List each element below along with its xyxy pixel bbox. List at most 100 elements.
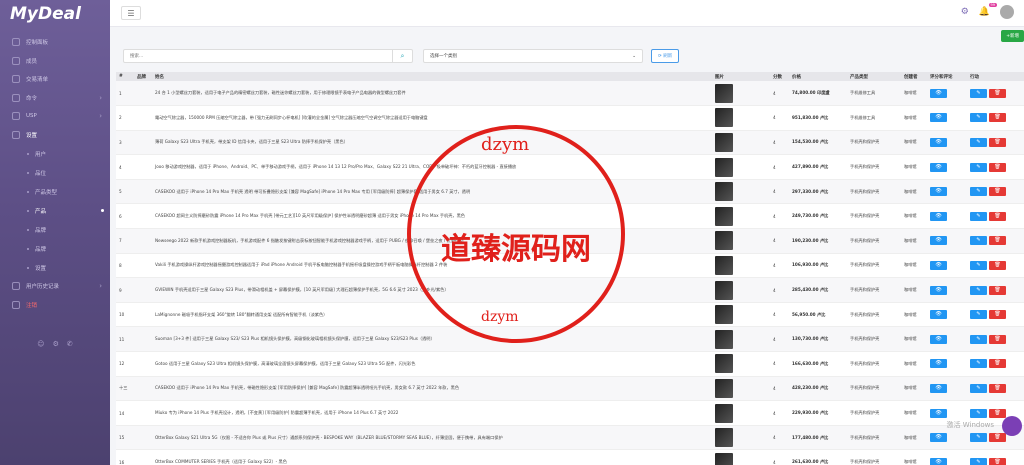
- row-brand: [134, 352, 152, 377]
- delete-button[interactable]: 🗑: [989, 211, 1006, 221]
- sidebar-item[interactable]: 成员: [0, 52, 110, 71]
- product-thumbnail: [715, 231, 733, 251]
- delete-button[interactable]: 🗑: [989, 137, 1006, 147]
- view-reviews-button[interactable]: 👁: [930, 457, 947, 465]
- sidebar-item[interactable]: 用户: [0, 144, 110, 163]
- delete-button[interactable]: 🗑: [989, 383, 1006, 393]
- sidebar-item[interactable]: USP: [0, 107, 110, 126]
- row-name: 薄荷 Galaxy S23 Ultra 手机壳，带支架 ID 信用卡夹，适用于三…: [155, 139, 348, 145]
- chat-icon[interactable]: ☺: [37, 340, 44, 348]
- category-select[interactable]: 选择一个类别 ⌄: [423, 49, 643, 63]
- edit-button[interactable]: ✎: [970, 162, 987, 172]
- delete-button[interactable]: 🗑: [989, 236, 1006, 246]
- edit-button[interactable]: ✎: [970, 187, 987, 197]
- row-name: 24 合 1 小型螺丝刀套装，适用于电子产品的精密螺丝刀套装，磁性迷你螺丝刀套装…: [155, 90, 406, 96]
- edit-button[interactable]: ✎: [970, 113, 987, 123]
- delete-button[interactable]: 🗑: [989, 359, 1006, 369]
- menu-toggle-button[interactable]: ☰: [121, 6, 141, 20]
- delete-button[interactable]: 🗑: [989, 334, 1006, 344]
- edit-button[interactable]: ✎: [970, 359, 987, 369]
- refresh-button[interactable]: ⟳ 刷新: [651, 49, 680, 63]
- sidebar-item[interactable]: 设置: [0, 258, 110, 277]
- phone-icon[interactable]: ✆: [67, 340, 73, 348]
- edit-button[interactable]: ✎: [970, 88, 987, 98]
- sidebar-item-label: 产品类型: [35, 189, 58, 196]
- view-reviews-button[interactable]: 👁: [930, 88, 947, 98]
- delete-button[interactable]: 🗑: [989, 310, 1006, 320]
- view-reviews-button[interactable]: 👁: [930, 359, 947, 369]
- sidebar-item[interactable]: 品位: [0, 163, 110, 182]
- edit-button[interactable]: ✎: [970, 310, 987, 320]
- sidebar-item[interactable]: 品牌: [0, 239, 110, 258]
- row-rating: 👁: [927, 155, 967, 180]
- edit-button[interactable]: ✎: [970, 334, 987, 344]
- edit-button[interactable]: ✎: [970, 236, 987, 246]
- row-actions: ✎ 🗑: [967, 253, 1024, 278]
- sidebar-item[interactable]: 命令: [0, 89, 110, 108]
- view-reviews-button[interactable]: 👁: [930, 433, 947, 443]
- row-score: 4: [773, 287, 776, 293]
- row-actions: ✎ 🗑: [967, 106, 1024, 131]
- row-image: [712, 204, 770, 229]
- row-image: [712, 425, 770, 450]
- view-reviews-button[interactable]: 👁: [930, 408, 947, 418]
- delete-button[interactable]: 🗑: [989, 285, 1006, 295]
- sidebar-item[interactable]: 注销: [0, 296, 110, 315]
- edit-button[interactable]: ✎: [970, 137, 987, 147]
- sidebar-item[interactable]: 设置: [0, 126, 110, 145]
- view-reviews-button[interactable]: 👁: [930, 285, 947, 295]
- view-reviews-button[interactable]: 👁: [930, 113, 947, 123]
- edit-button[interactable]: ✎: [970, 260, 987, 270]
- row-brand: [134, 327, 152, 352]
- search-input[interactable]: [124, 50, 392, 62]
- delete-button[interactable]: 🗑: [989, 187, 1006, 197]
- delete-button[interactable]: 🗑: [989, 433, 1006, 443]
- search-button[interactable]: ⌕: [392, 50, 412, 62]
- edit-button[interactable]: ✎: [970, 383, 987, 393]
- delete-button[interactable]: 🗑: [989, 457, 1006, 465]
- row-brand: [134, 278, 152, 303]
- view-reviews-button[interactable]: 👁: [930, 310, 947, 320]
- delete-button[interactable]: 🗑: [989, 162, 1006, 172]
- bell-icon[interactable]: 🔔 99: [979, 3, 997, 17]
- edit-button[interactable]: ✎: [970, 408, 987, 418]
- sidebar-item[interactable]: 交易清单: [0, 70, 110, 89]
- delete-button[interactable]: 🗑: [989, 260, 1006, 270]
- view-reviews-button[interactable]: 👁: [930, 187, 947, 197]
- edit-button[interactable]: ✎: [970, 211, 987, 221]
- sidebar-item[interactable]: 品牌: [0, 220, 110, 239]
- row-name: CASEKOO 超岡主义防摔磨砂防震 iPhone 14 Pro Max 手机壳…: [155, 213, 465, 219]
- table-row: 12 Gotoo 适用于三星 Galaxy S23 Ultra 相机镜头保护膜，高…: [116, 352, 1024, 377]
- sidebar-item[interactable]: 用户历史记录: [0, 277, 110, 296]
- table-row: 4 Jooo 移动游戏控制器，适用于 iPhone、Android、PC、单手移动…: [116, 155, 1024, 180]
- row-image: [712, 327, 770, 352]
- app-logo[interactable]: MyDeal: [0, 0, 110, 27]
- avatar[interactable]: [1000, 5, 1014, 19]
- edit-button[interactable]: ✎: [970, 285, 987, 295]
- view-reviews-button[interactable]: 👁: [930, 260, 947, 270]
- view-reviews-button[interactable]: 👁: [930, 236, 947, 246]
- view-reviews-button[interactable]: 👁: [930, 383, 947, 393]
- settings-icon[interactable]: ⚙: [53, 340, 59, 348]
- add-button[interactable]: +新增: [1001, 30, 1024, 42]
- row-id: 1: [119, 90, 122, 96]
- view-reviews-button[interactable]: 👁: [930, 137, 947, 147]
- row-creator: 咖啡馆: [904, 434, 917, 440]
- delete-button[interactable]: 🗑: [989, 88, 1006, 98]
- delete-button[interactable]: 🗑: [989, 408, 1006, 418]
- row-score: 4: [773, 459, 776, 465]
- view-reviews-button[interactable]: 👁: [930, 334, 947, 344]
- column-header: 评分和评论: [930, 74, 953, 80]
- gear-icon[interactable]: ⚙: [961, 7, 969, 17]
- view-reviews-button[interactable]: 👁: [930, 211, 947, 221]
- sidebar-item[interactable]: 产品: [0, 201, 110, 220]
- delete-button[interactable]: 🗑: [989, 113, 1006, 123]
- product-thumbnail: [715, 255, 733, 275]
- floating-action-button[interactable]: [1002, 416, 1022, 436]
- view-reviews-button[interactable]: 👁: [930, 162, 947, 172]
- sidebar-item[interactable]: 产品类型: [0, 182, 110, 201]
- edit-button[interactable]: ✎: [970, 457, 987, 465]
- sidebar-item[interactable]: 控制面板: [0, 33, 110, 52]
- sidebar-item-label: 用户历史记录: [26, 284, 60, 291]
- edit-button[interactable]: ✎: [970, 433, 987, 443]
